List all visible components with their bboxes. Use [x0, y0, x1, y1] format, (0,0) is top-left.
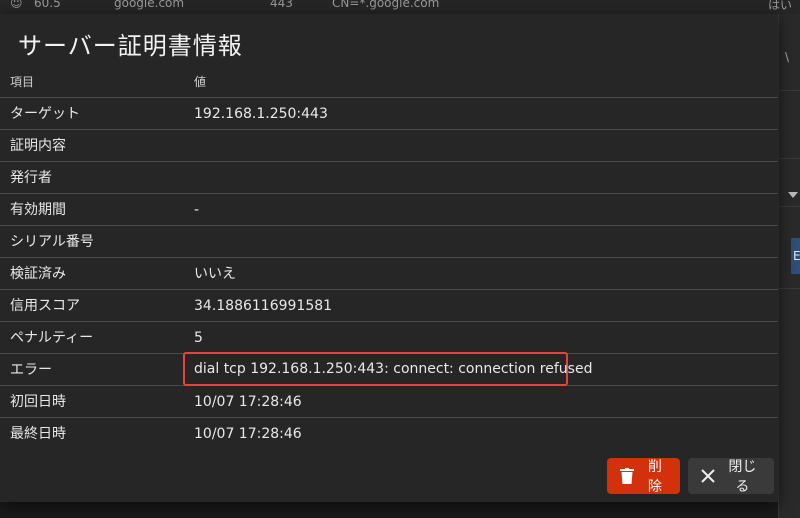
- table-row-last-seen: 最終日時 10/07 17:28:46: [0, 418, 778, 450]
- divider: [779, 206, 800, 207]
- table-row-subject: 証明内容: [0, 130, 778, 162]
- table-row-verified: 検証済み いいえ: [0, 258, 778, 290]
- row-key: 有効期間: [10, 202, 66, 218]
- close-icon: [700, 467, 717, 485]
- bg-cell: はい: [768, 0, 793, 12]
- row-key: 発行者: [10, 170, 52, 186]
- row-key: ターゲット: [10, 106, 80, 122]
- background-table-row: ☺ 60.5 google.com 443 CN=*.google.com はい: [0, 0, 800, 14]
- row-key: 最終日時: [10, 426, 66, 442]
- chevron-icon: \: [785, 50, 790, 64]
- delete-button[interactable]: 削除: [607, 458, 680, 494]
- bg-cell: CN=*.google.com: [332, 0, 440, 10]
- row-value: いいえ: [194, 266, 236, 282]
- row-key: シリアル番号: [10, 234, 94, 250]
- row-key: 証明内容: [10, 138, 66, 154]
- table-row-penalty: ペナルティー 5: [0, 322, 778, 354]
- row-value: 5: [194, 330, 203, 346]
- row-value: 34.1886116991581: [194, 298, 333, 314]
- dropdown-arrow-icon: [788, 192, 798, 198]
- close-button[interactable]: 閉じる: [688, 458, 774, 494]
- column-header-value: 値: [194, 75, 207, 89]
- divider: [779, 90, 800, 91]
- bg-cell: 443: [270, 0, 293, 10]
- row-key: 初回日時: [10, 394, 66, 410]
- row-key: ペナルティー: [10, 330, 94, 346]
- row-value: 10/07 17:28:46: [194, 394, 302, 410]
- table-row-serial: シリアル番号: [0, 226, 778, 258]
- bg-cell: 60.5: [34, 0, 61, 10]
- certificate-table: 項目 値 ターゲット 192.168.1.250:443 証明内容 発行者 有効…: [0, 66, 778, 450]
- row-value: 192.168.1.250:443: [194, 106, 328, 122]
- row-key: 検証済み: [10, 266, 66, 282]
- divider: [779, 158, 800, 159]
- column-header-key: 項目: [10, 75, 35, 89]
- dialog-title: サーバー証明書情報: [18, 32, 243, 60]
- table-row-trust-score: 信用スコア 34.1886116991581: [0, 290, 778, 322]
- delete-label: 削除: [647, 458, 662, 494]
- row-key: エラー: [10, 362, 52, 378]
- table-row-error: エラー dial tcp 192.168.1.250:443: connect:…: [0, 352, 778, 386]
- table-header: 項目 値: [0, 66, 778, 98]
- bg-cell: google.com: [114, 0, 185, 10]
- background-side-panel: \ E: [778, 14, 800, 518]
- status-icon: ☺: [10, 0, 23, 10]
- row-key: 信用スコア: [10, 298, 80, 314]
- close-label: 閉じる: [728, 458, 757, 494]
- table-row-validity: 有効期間 -: [0, 194, 778, 226]
- table-row-target: ターゲット 192.168.1.250:443: [0, 98, 778, 130]
- row-value: 10/07 17:28:46: [194, 426, 302, 442]
- certificate-dialog: サーバー証明書情報 項目 値 ターゲット 192.168.1.250:443 証…: [0, 14, 778, 502]
- divider: [779, 288, 800, 289]
- row-value: dial tcp 192.168.1.250:443: connect: con…: [194, 361, 593, 377]
- table-row-issuer: 発行者: [0, 162, 778, 194]
- trash-icon: [619, 467, 636, 485]
- row-value: -: [194, 202, 200, 218]
- table-row-first-seen: 初回日時 10/07 17:28:46: [0, 386, 778, 418]
- side-button: E: [791, 238, 800, 274]
- error-highlight: dial tcp 192.168.1.250:443: connect: con…: [183, 352, 592, 386]
